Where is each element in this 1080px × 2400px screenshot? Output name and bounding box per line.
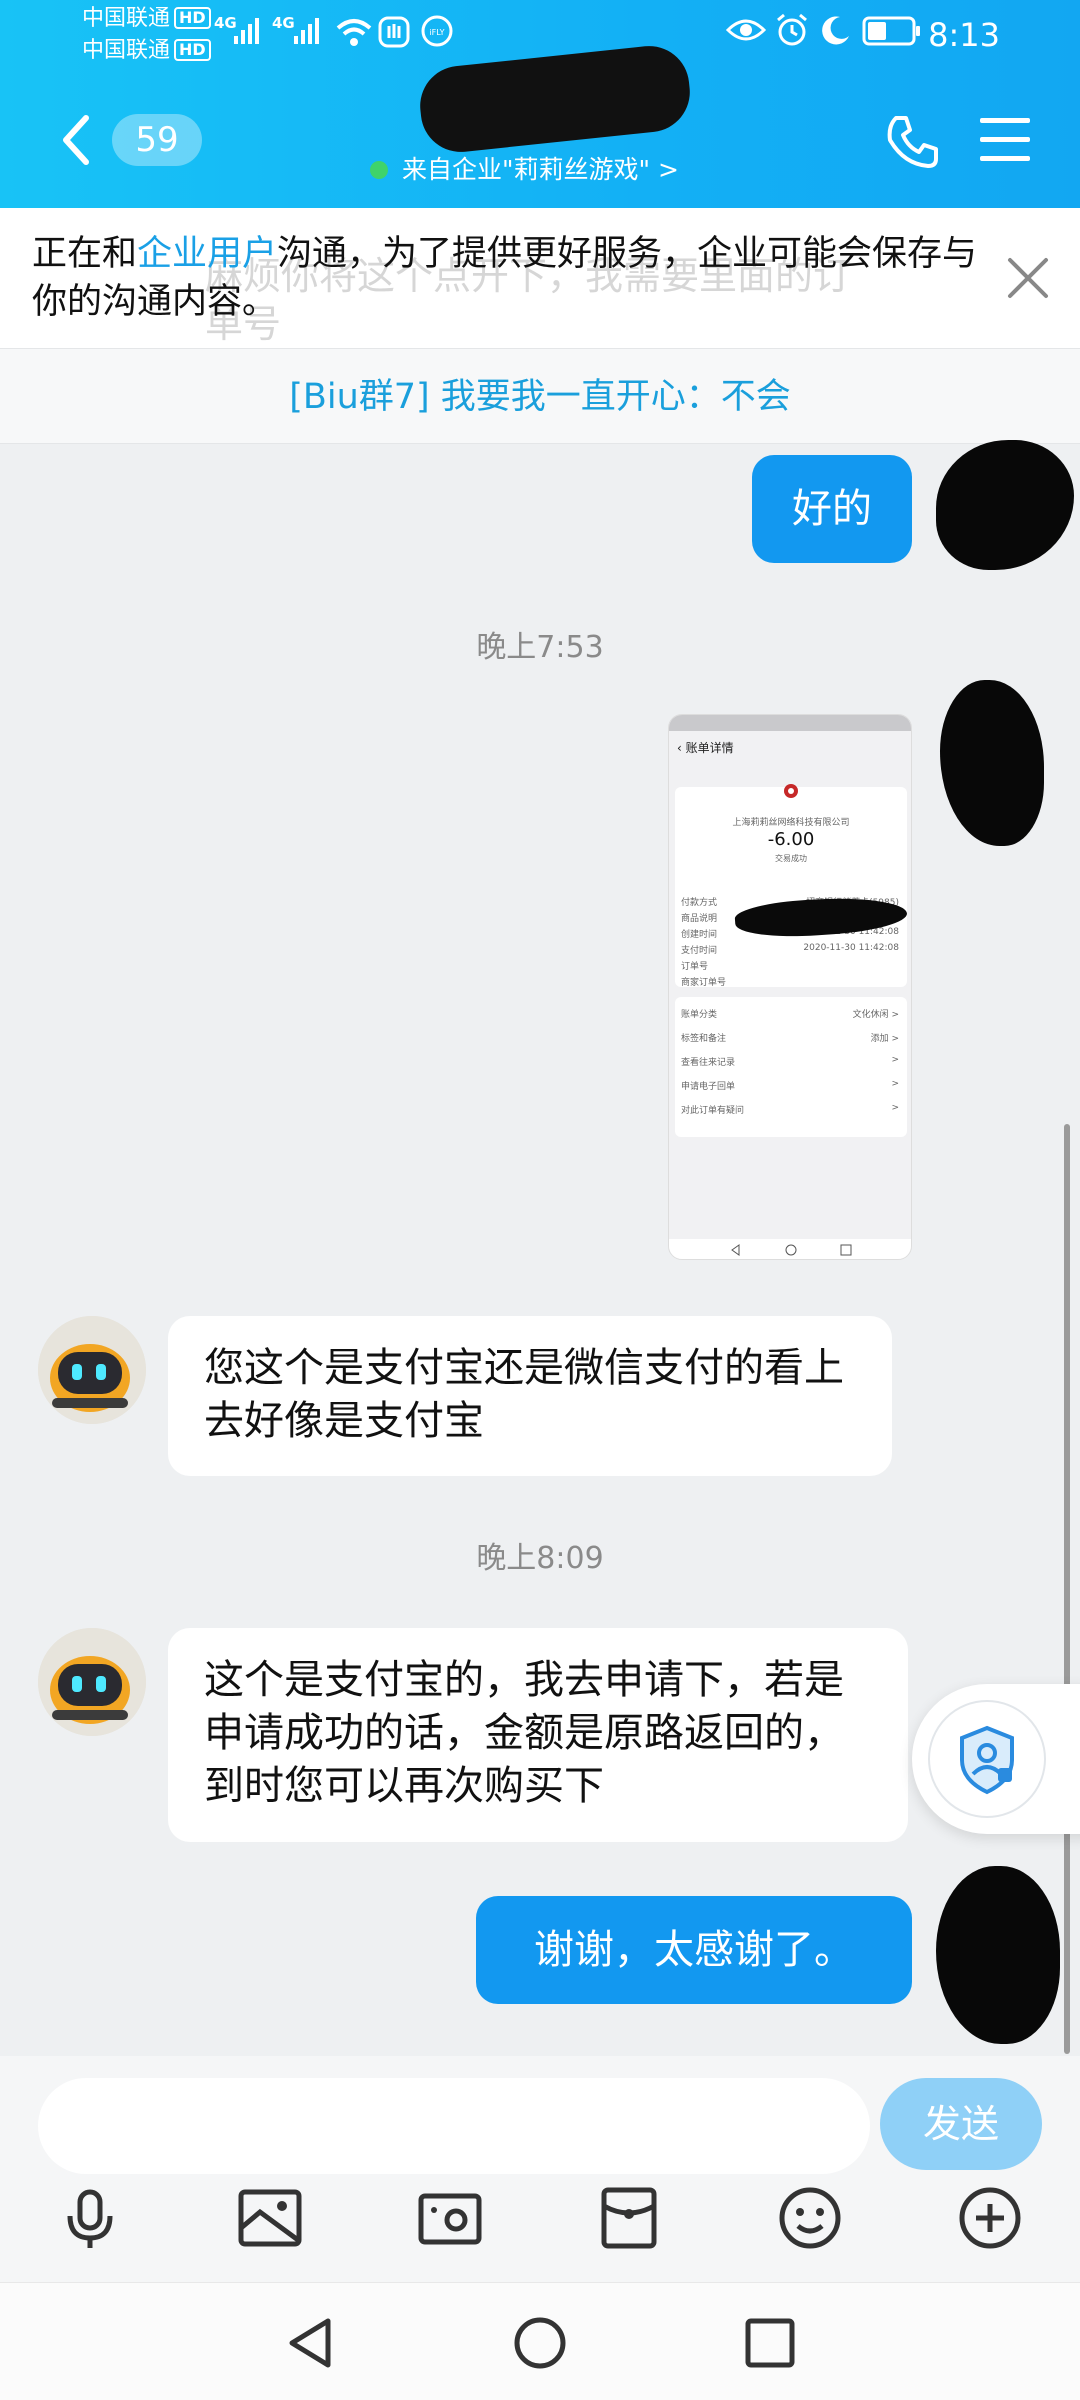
receipt-action-label: 对此订单有疑问	[681, 1106, 745, 1116]
image-picker-button[interactable]	[238, 2186, 302, 2250]
contact-name-redacted	[416, 42, 694, 156]
self-avatar-redacted	[936, 440, 1074, 570]
svg-text:iFLY: iFLY	[429, 28, 444, 37]
online-status-dot	[370, 161, 388, 179]
moon-icon	[822, 16, 849, 45]
camera-button[interactable]	[418, 2186, 482, 2250]
receipt-row-label: 商家订单号	[681, 978, 727, 988]
alarm-icon	[777, 13, 807, 46]
message-bubble-incoming[interactable]: 您这个是支付宝还是微信支付的看上去好像是支付宝	[168, 1316, 892, 1476]
notice-text: 正在和企业用户沟通，为了提供更好服务，企业可能会保存与你的沟通内容。	[32, 234, 978, 322]
enterprise-source-link[interactable]: 来自企业"莉莉丝游戏" >	[370, 152, 679, 188]
back-button[interactable]	[56, 110, 96, 170]
bot-avatar[interactable]	[38, 1316, 146, 1424]
recent-nav-icon	[840, 1244, 852, 1256]
more-plus-button[interactable]	[958, 2186, 1022, 2250]
receipt-company: 上海莉莉丝网络科技有限公司	[732, 818, 850, 828]
message-bubble-outgoing[interactable]: 谢谢，太感谢了。	[476, 1896, 912, 2004]
message-bubble-incoming[interactable]: 这个是支付宝的，我去申请下，若是申请成功的话，金额是原路返回的，到时您可以再次购…	[168, 1628, 908, 1842]
receipt-title: ‹ 账单详情	[677, 741, 734, 755]
receipt-row-value: 2020-11-30 11:42:08	[803, 943, 899, 953]
timestamp: 晚上7:53	[476, 630, 604, 665]
iflytek-icon: iFLY	[421, 15, 453, 47]
system-nav-bar	[0, 2282, 1080, 2400]
phone-call-button[interactable]	[882, 112, 942, 172]
eye-icon	[726, 19, 766, 41]
receipt-row-label: 商品说明	[681, 914, 718, 924]
signal-icon	[294, 18, 319, 44]
status-time: 8:13	[928, 16, 1000, 54]
status-carrier-2: 中国联通 HD	[82, 38, 211, 64]
close-notice-icon[interactable]	[1004, 254, 1052, 302]
back-nav-icon	[731, 1244, 740, 1256]
voice-input-button[interactable]	[60, 2186, 120, 2252]
message-input[interactable]	[38, 2078, 870, 2174]
emoji-button[interactable]	[778, 2186, 842, 2250]
menu-button[interactable]	[978, 116, 1032, 164]
bot-avatar[interactable]	[38, 1628, 146, 1736]
self-avatar-redacted	[936, 1866, 1060, 2044]
nav-home-icon[interactable]	[512, 2315, 568, 2371]
robot-icon	[38, 1316, 146, 1424]
receipt-row-label: 支付时间	[681, 946, 718, 956]
nav-back-icon[interactable]	[282, 2315, 338, 2371]
receipt-row-label: 付款方式	[681, 898, 718, 908]
timestamp: 晚上8:09	[476, 1541, 604, 1576]
enterprise-notice-banner: 麻烦你将这个点开下，我需要里面的订单号 正在和企业用户沟通，为了提供更好服务，企…	[0, 208, 1080, 348]
robot-icon	[38, 1628, 146, 1736]
wifi-icon	[336, 19, 372, 46]
self-avatar-redacted	[940, 680, 1044, 846]
receipt-action-label: 账单分类	[681, 1010, 718, 1020]
message-bubble-outgoing[interactable]: 好的	[752, 455, 912, 563]
message-input-bar: 发送	[0, 2056, 1080, 2282]
pinned-group-message[interactable]: [Biu群7] 我要我一直开心：不会	[0, 348, 1080, 444]
receipt-amount: -6.00	[767, 829, 815, 850]
unread-count-badge[interactable]: 59	[112, 114, 202, 166]
security-float-button[interactable]	[912, 1684, 1080, 1834]
image-message-receipt[interactable]: ‹ 账单详情 上海莉莉丝网络科技有限公司 -6.00 交易成功 付款方式招商银行…	[668, 714, 912, 1260]
receipt-row-label: 订单号	[681, 962, 709, 972]
home-nav-icon	[785, 1244, 797, 1256]
receipt-row-label: 创建时间	[681, 930, 718, 940]
company-logo-icon	[784, 784, 798, 798]
receipt-action-value: >	[891, 1079, 899, 1089]
chat-scrollbar[interactable]	[1064, 1124, 1070, 2054]
receipt-action-value: 添加 >	[870, 1034, 899, 1044]
receipt-action-label: 标签和备注	[681, 1034, 727, 1044]
receipt-navbar	[669, 1239, 911, 1259]
receipt-statusbar	[669, 715, 911, 731]
hand-icon	[378, 16, 410, 48]
receipt-action-value: 文化休闲 >	[852, 1010, 899, 1020]
shield-user-icon	[928, 1700, 1046, 1818]
send-button[interactable]: 发送	[880, 2078, 1042, 2170]
receipt-action-label: 查看往来记录	[681, 1058, 736, 1068]
signal-icon	[234, 18, 259, 44]
nav-recents-icon[interactable]	[744, 2317, 796, 2369]
receipt-action-label: 申请电子回单	[681, 1082, 736, 1092]
battery-icon	[862, 16, 920, 46]
receipt-action-value: >	[891, 1103, 899, 1113]
status-carrier-1: 中国联通 HD	[82, 6, 211, 32]
chat-header: 中国联通 HD 中国联通 HD 4G 4G iFLY 8:13 59 来自企业"莉莉…	[0, 0, 1080, 208]
red-packet-button[interactable]	[600, 2186, 658, 2250]
receipt-action-value: >	[891, 1055, 899, 1065]
receipt-status: 交易成功	[775, 854, 807, 863]
